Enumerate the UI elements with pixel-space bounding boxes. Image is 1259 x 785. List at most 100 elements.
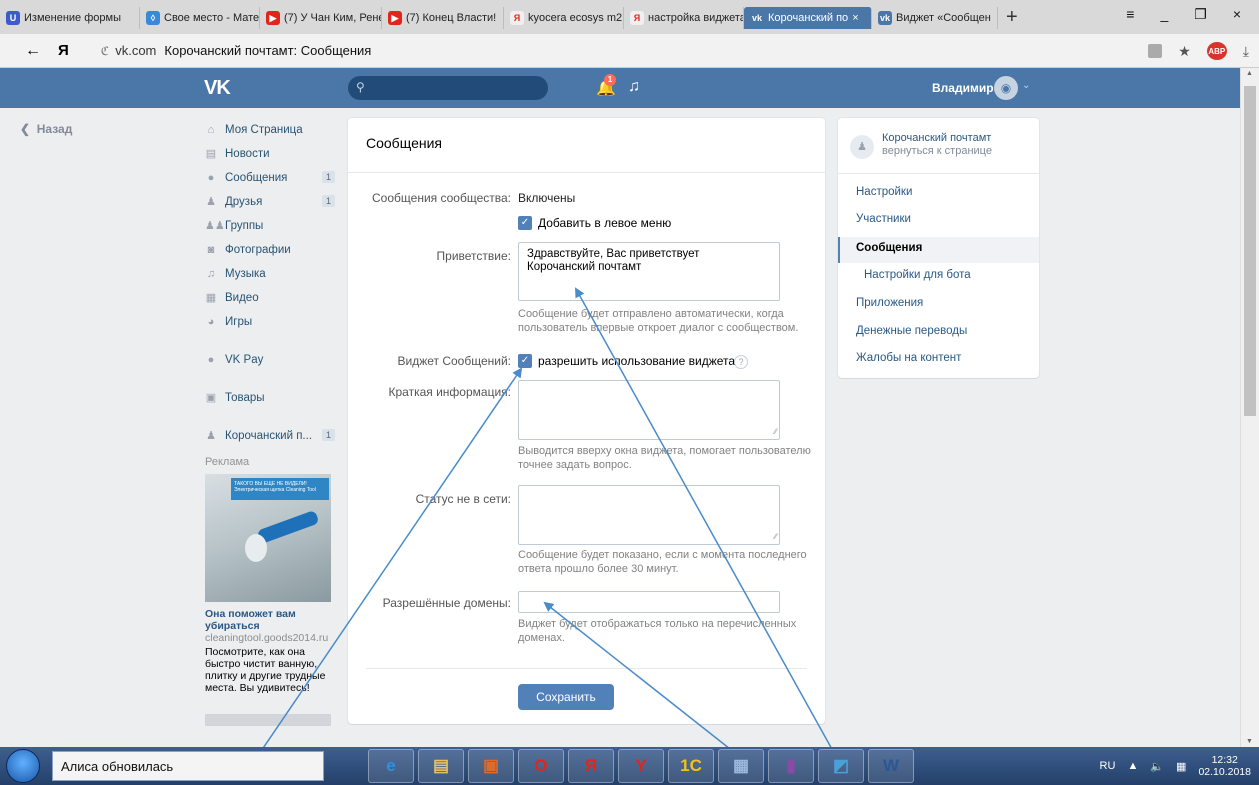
browser-tab[interactable]: vk Корочанский по × — [744, 7, 872, 29]
short-info-label: Краткая информация: — [388, 385, 511, 399]
browser-tab[interactable]: Яkyocera ecosys m2 — [504, 7, 624, 29]
taskbar-app-network[interactable]: ▦ — [718, 749, 764, 783]
add-left-menu-checkbox[interactable]: ✓ — [518, 216, 532, 230]
start-button[interactable] — [6, 749, 40, 783]
lock-icon[interactable] — [1148, 44, 1163, 58]
menu-item[interactable]: ◕ Игры — [205, 310, 335, 334]
taskbar-app-yandex-browser[interactable]: Y — [618, 749, 664, 783]
taskbar-app-notepad[interactable]: ◩ — [818, 749, 864, 783]
group-back-link[interactable]: ♟ Корочанский почтамт вернуться к страни… — [850, 132, 992, 159]
menu-item-group[interactable]: ♟ Корочанский п... 1 — [205, 424, 335, 448]
ad-image-2[interactable] — [205, 714, 331, 726]
reload-icon[interactable]: ℭ — [101, 44, 109, 58]
tab-favicon-icon: U — [6, 11, 20, 25]
browser-tab[interactable]: U Изменение формы — [0, 7, 140, 29]
menu-item[interactable]: ◙ Фотографии — [205, 238, 335, 262]
star-icon[interactable]: ★ — [1178, 43, 1191, 60]
right-menu-item[interactable]: Настройки для бота — [864, 269, 971, 281]
group-name[interactable]: Корочанский почтамт — [882, 132, 992, 145]
tray-expand-icon[interactable]: ▲ — [1127, 760, 1138, 772]
back-to-page-link[interactable]: вернуться к странице — [882, 145, 992, 158]
short-info-textarea[interactable]: ∕∕ — [518, 380, 780, 440]
right-menu-item[interactable]: Приложения — [856, 297, 923, 309]
menu-item[interactable]: ♫ Музыка — [205, 262, 335, 286]
browser-tab[interactable]: ▶ (7) Конец Власти! — [382, 7, 504, 29]
menu-item-vkpay[interactable]: ● VK Pay — [205, 348, 335, 372]
tab-close-icon[interactable]: × — [852, 12, 858, 24]
add-left-menu-label[interactable]: Добавить в левое меню — [538, 216, 671, 230]
tab-favicon-icon: Я — [510, 11, 524, 25]
menu-item-goods[interactable]: ▣ Товары — [205, 386, 335, 410]
restore-button[interactable]: ❐ — [1194, 6, 1207, 23]
taskbar-app-yandex[interactable]: Я — [568, 749, 614, 783]
save-button[interactable]: Сохранить — [518, 684, 614, 710]
ad-image[interactable]: ТАКОГО ВЫ ЕЩЕ НЕ ВИДЕЛИ! Электрическая щ… — [205, 474, 331, 602]
menu-item-icon: ▦ — [205, 292, 217, 304]
taskbar-app-explorer[interactable]: ▤ — [418, 749, 464, 783]
right-menu-item[interactable]: Денежные переводы — [856, 325, 967, 337]
chevron-down-icon[interactable]: ⌄ — [1022, 80, 1030, 91]
clock[interactable]: 12:32 02.10.2018 — [1198, 754, 1251, 778]
right-menu-item[interactable]: Жалобы на контент — [856, 352, 961, 364]
page-scrollbar[interactable]: ▲ ▼ — [1240, 68, 1259, 747]
menu-item-icon: ◙ — [207, 244, 215, 256]
right-menu-item[interactable]: Участники — [856, 213, 911, 225]
allowed-domains-input[interactable] — [518, 591, 780, 613]
offline-status-textarea[interactable]: ∕∕ — [518, 485, 780, 545]
alisa-toolbar[interactable]: Алиса обновилась — [52, 751, 324, 781]
close-window-button[interactable]: × — [1233, 6, 1241, 23]
user-avatar[interactable]: ◉ — [994, 76, 1018, 100]
browser-tab[interactable]: ◊ Свое место - Мате — [140, 7, 260, 29]
yandex-logo[interactable]: Я — [58, 42, 69, 59]
resize-grip-icon[interactable]: ∕∕ — [774, 425, 777, 438]
windows-taskbar: Алиса обновилась e ▤ ▣ O Я Y 1С ▦ ▮ ◩ W RU ▲ 🔈 ▦ 1… — [0, 747, 1259, 785]
search-input[interactable]: ⚲ — [348, 76, 548, 100]
menu-icon[interactable]: ≡ — [1126, 6, 1134, 23]
taskbar-app-1c[interactable]: 1С — [668, 749, 714, 783]
back-link[interactable]: ❮ Назад — [20, 122, 72, 136]
menu-item[interactable]: ♟♟ Группы — [205, 214, 335, 238]
scroll-up-icon[interactable]: ▲ — [1246, 70, 1253, 77]
greeting-textarea[interactable]: Здравствуйте, Вас приветствует Корочанск… — [518, 242, 780, 301]
scroll-down-icon[interactable]: ▼ — [1246, 738, 1253, 745]
menu-item[interactable]: ♟ Друзья 1 — [205, 190, 335, 214]
adblock-extension-icon[interactable]: ABP — [1206, 42, 1227, 60]
download-icon[interactable]: ⤓ — [1243, 43, 1249, 60]
browser-tab[interactable]: Янастройка виджета — [624, 7, 744, 29]
new-tab-button[interactable]: + — [1006, 7, 1018, 27]
network-icon[interactable]: ▦ — [1176, 760, 1186, 773]
resize-grip-icon[interactable]: ∕∕ — [774, 530, 777, 543]
music-icon[interactable]: ♫ — [628, 78, 640, 96]
taskbar-app-opera[interactable]: O — [518, 749, 564, 783]
right-menu-item[interactable]: Сообщения — [856, 242, 922, 254]
taskbar-app-media[interactable]: ▣ — [468, 749, 514, 783]
help-icon[interactable]: ? — [734, 355, 748, 369]
minimize-button[interactable]: _ — [1160, 6, 1168, 23]
url-host[interactable]: vk.com — [115, 43, 156, 58]
community-messages-value[interactable]: Включены — [518, 191, 575, 205]
taskbar-app-ie[interactable]: e — [368, 749, 414, 783]
ad-domain[interactable]: cleaningtool.goods2014.ru — [205, 632, 335, 644]
volume-icon[interactable]: 🔈 — [1150, 760, 1164, 773]
right-menu-item[interactable]: Настройки — [856, 186, 912, 198]
menu-item[interactable]: ⌂ Моя Страница — [205, 118, 335, 142]
ad-text[interactable]: Посмотрите, как она быстро чистит ванную… — [205, 646, 335, 694]
widget-checkbox[interactable]: ✓ — [518, 354, 532, 368]
widget-checkbox-label[interactable]: разрешить использование виджета — [538, 354, 735, 368]
url-page-title[interactable]: Корочанский почтамт: Сообщения — [164, 43, 371, 58]
ad-title[interactable]: Она поможет вам убираться — [205, 608, 335, 632]
language-indicator[interactable]: RU — [1100, 760, 1116, 772]
taskbar-app-winrar[interactable]: ▮ — [768, 749, 814, 783]
scrollbar-thumb[interactable] — [1244, 86, 1256, 416]
notifications-bell-icon[interactable]: 🔔 1 — [596, 74, 616, 98]
vk-logo[interactable]: VK — [204, 77, 231, 100]
back-arrow-icon[interactable]: ← — [18, 42, 48, 60]
user-name[interactable]: Владимир — [932, 81, 994, 95]
menu-item[interactable]: ▦ Видео — [205, 286, 335, 310]
browser-tab[interactable]: ▶ (7) У Чан Ким, Рене — [260, 7, 382, 29]
menu-item[interactable]: ● Сообщения 1 — [205, 166, 335, 190]
menu-item[interactable]: ▤ Новости — [205, 142, 335, 166]
taskbar-app-word[interactable]: W — [868, 749, 914, 783]
browser-tab[interactable]: vk Виджет «Сообщен — [872, 7, 998, 29]
divider — [348, 172, 825, 173]
